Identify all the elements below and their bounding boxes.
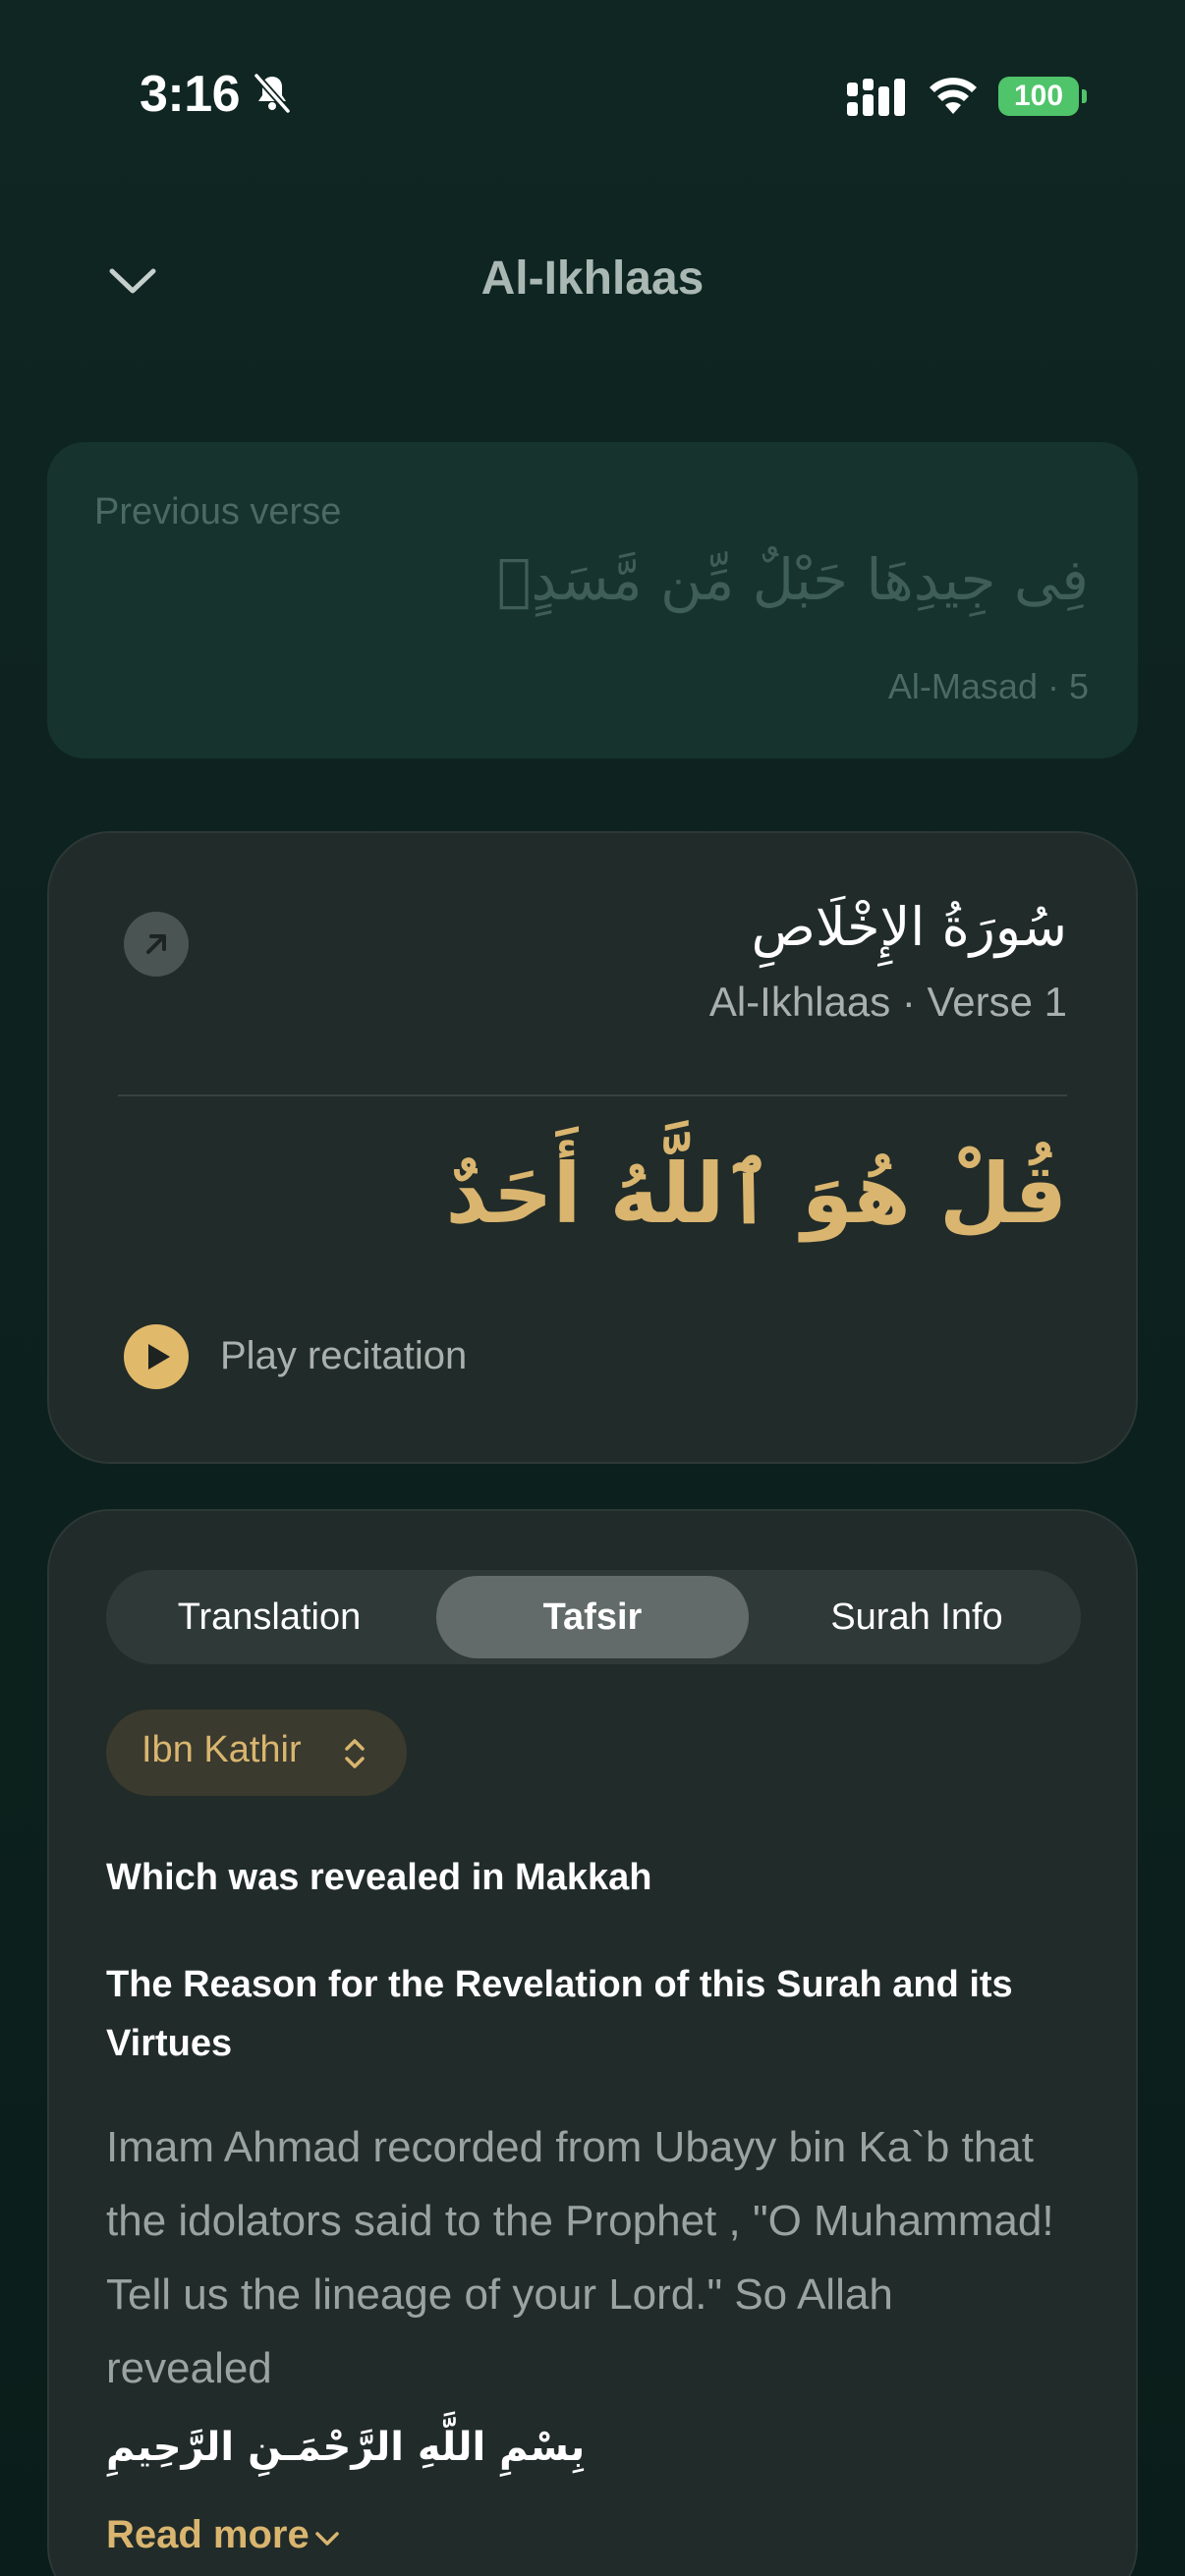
previous-verse-reference: Al-Masad · 5	[887, 666, 1089, 706]
bell-slash-icon	[254, 73, 291, 114]
status-bar: 3:16 100	[0, 0, 1185, 196]
page-title: Al-Ikhlaas	[480, 252, 705, 305]
previous-verse-arabic: فِى جِيدِهَا حَبْلٌ مِّن مَّسَدٍۭ	[496, 546, 1089, 613]
wifi-icon	[930, 78, 977, 114]
tafsir-source-selector[interactable]: Ibn Kathir	[106, 1709, 407, 1796]
previous-verse-card[interactable]: Previous verse فِى جِيدِهَا حَبْلٌ مِّن …	[47, 442, 1138, 758]
previous-verse-label: Previous verse	[94, 491, 342, 532]
segmented-control: Translation Tafsir Surah Info	[106, 1570, 1081, 1664]
tab-translation[interactable]: Translation	[112, 1576, 426, 1658]
verse-arabic-text: قُلْ هُوَ ٱللَّهُ أَحَدٌ	[445, 1146, 1067, 1242]
bismillah-text: بِسْمِ اللَّهِ الرَّحْمَـنِ الرَّحِيمِ	[106, 2425, 586, 2470]
arrow-up-right-icon	[146, 934, 166, 954]
divider	[118, 1094, 1067, 1096]
tab-tafsir[interactable]: Tafsir	[436, 1576, 749, 1658]
tafsir-card: Translation Tafsir Surah Info Ibn Kathir…	[47, 1509, 1138, 2576]
tafsir-heading-revelation: Which was revealed in Makkah	[106, 1857, 652, 1898]
surah-name-arabic: سُورَةُ الإِخْلَاصِ	[751, 896, 1067, 958]
tab-surah-info[interactable]: Surah Info	[759, 1576, 1075, 1658]
play-icon	[148, 1344, 170, 1370]
tafsir-heading-reason: The Reason for the Revelation of this Su…	[106, 1964, 1013, 2064]
verse-reference: Al-Ikhlaas · Verse 1	[708, 979, 1067, 1025]
chevron-up-down-icon	[345, 1739, 365, 1768]
cellular-signal-icon	[847, 79, 905, 116]
tafsir-source-label: Ibn Kathir	[141, 1729, 302, 1770]
verse-card: سُورَةُ الإِخْلَاصِ Al-Ikhlaas · Verse 1…	[47, 831, 1138, 1464]
status-time: 3:16	[140, 66, 241, 123]
open-verse-button[interactable]	[124, 912, 189, 977]
play-recitation-button[interactable]	[124, 1324, 189, 1389]
verse-detail-screen: 3:16 100 Al-Ikhlaas Previous verse فِى ج	[0, 0, 1185, 2576]
battery-icon: 100	[998, 77, 1087, 116]
chevron-down-icon[interactable]	[312, 2529, 342, 2548]
play-recitation-label[interactable]: Play recitation	[220, 1334, 467, 1378]
read-more-button[interactable]: Read more	[106, 2513, 310, 2557]
tafsir-body-text: Imam Ahmad recorded from Ubayy bin Ka`b …	[106, 2123, 1054, 2392]
